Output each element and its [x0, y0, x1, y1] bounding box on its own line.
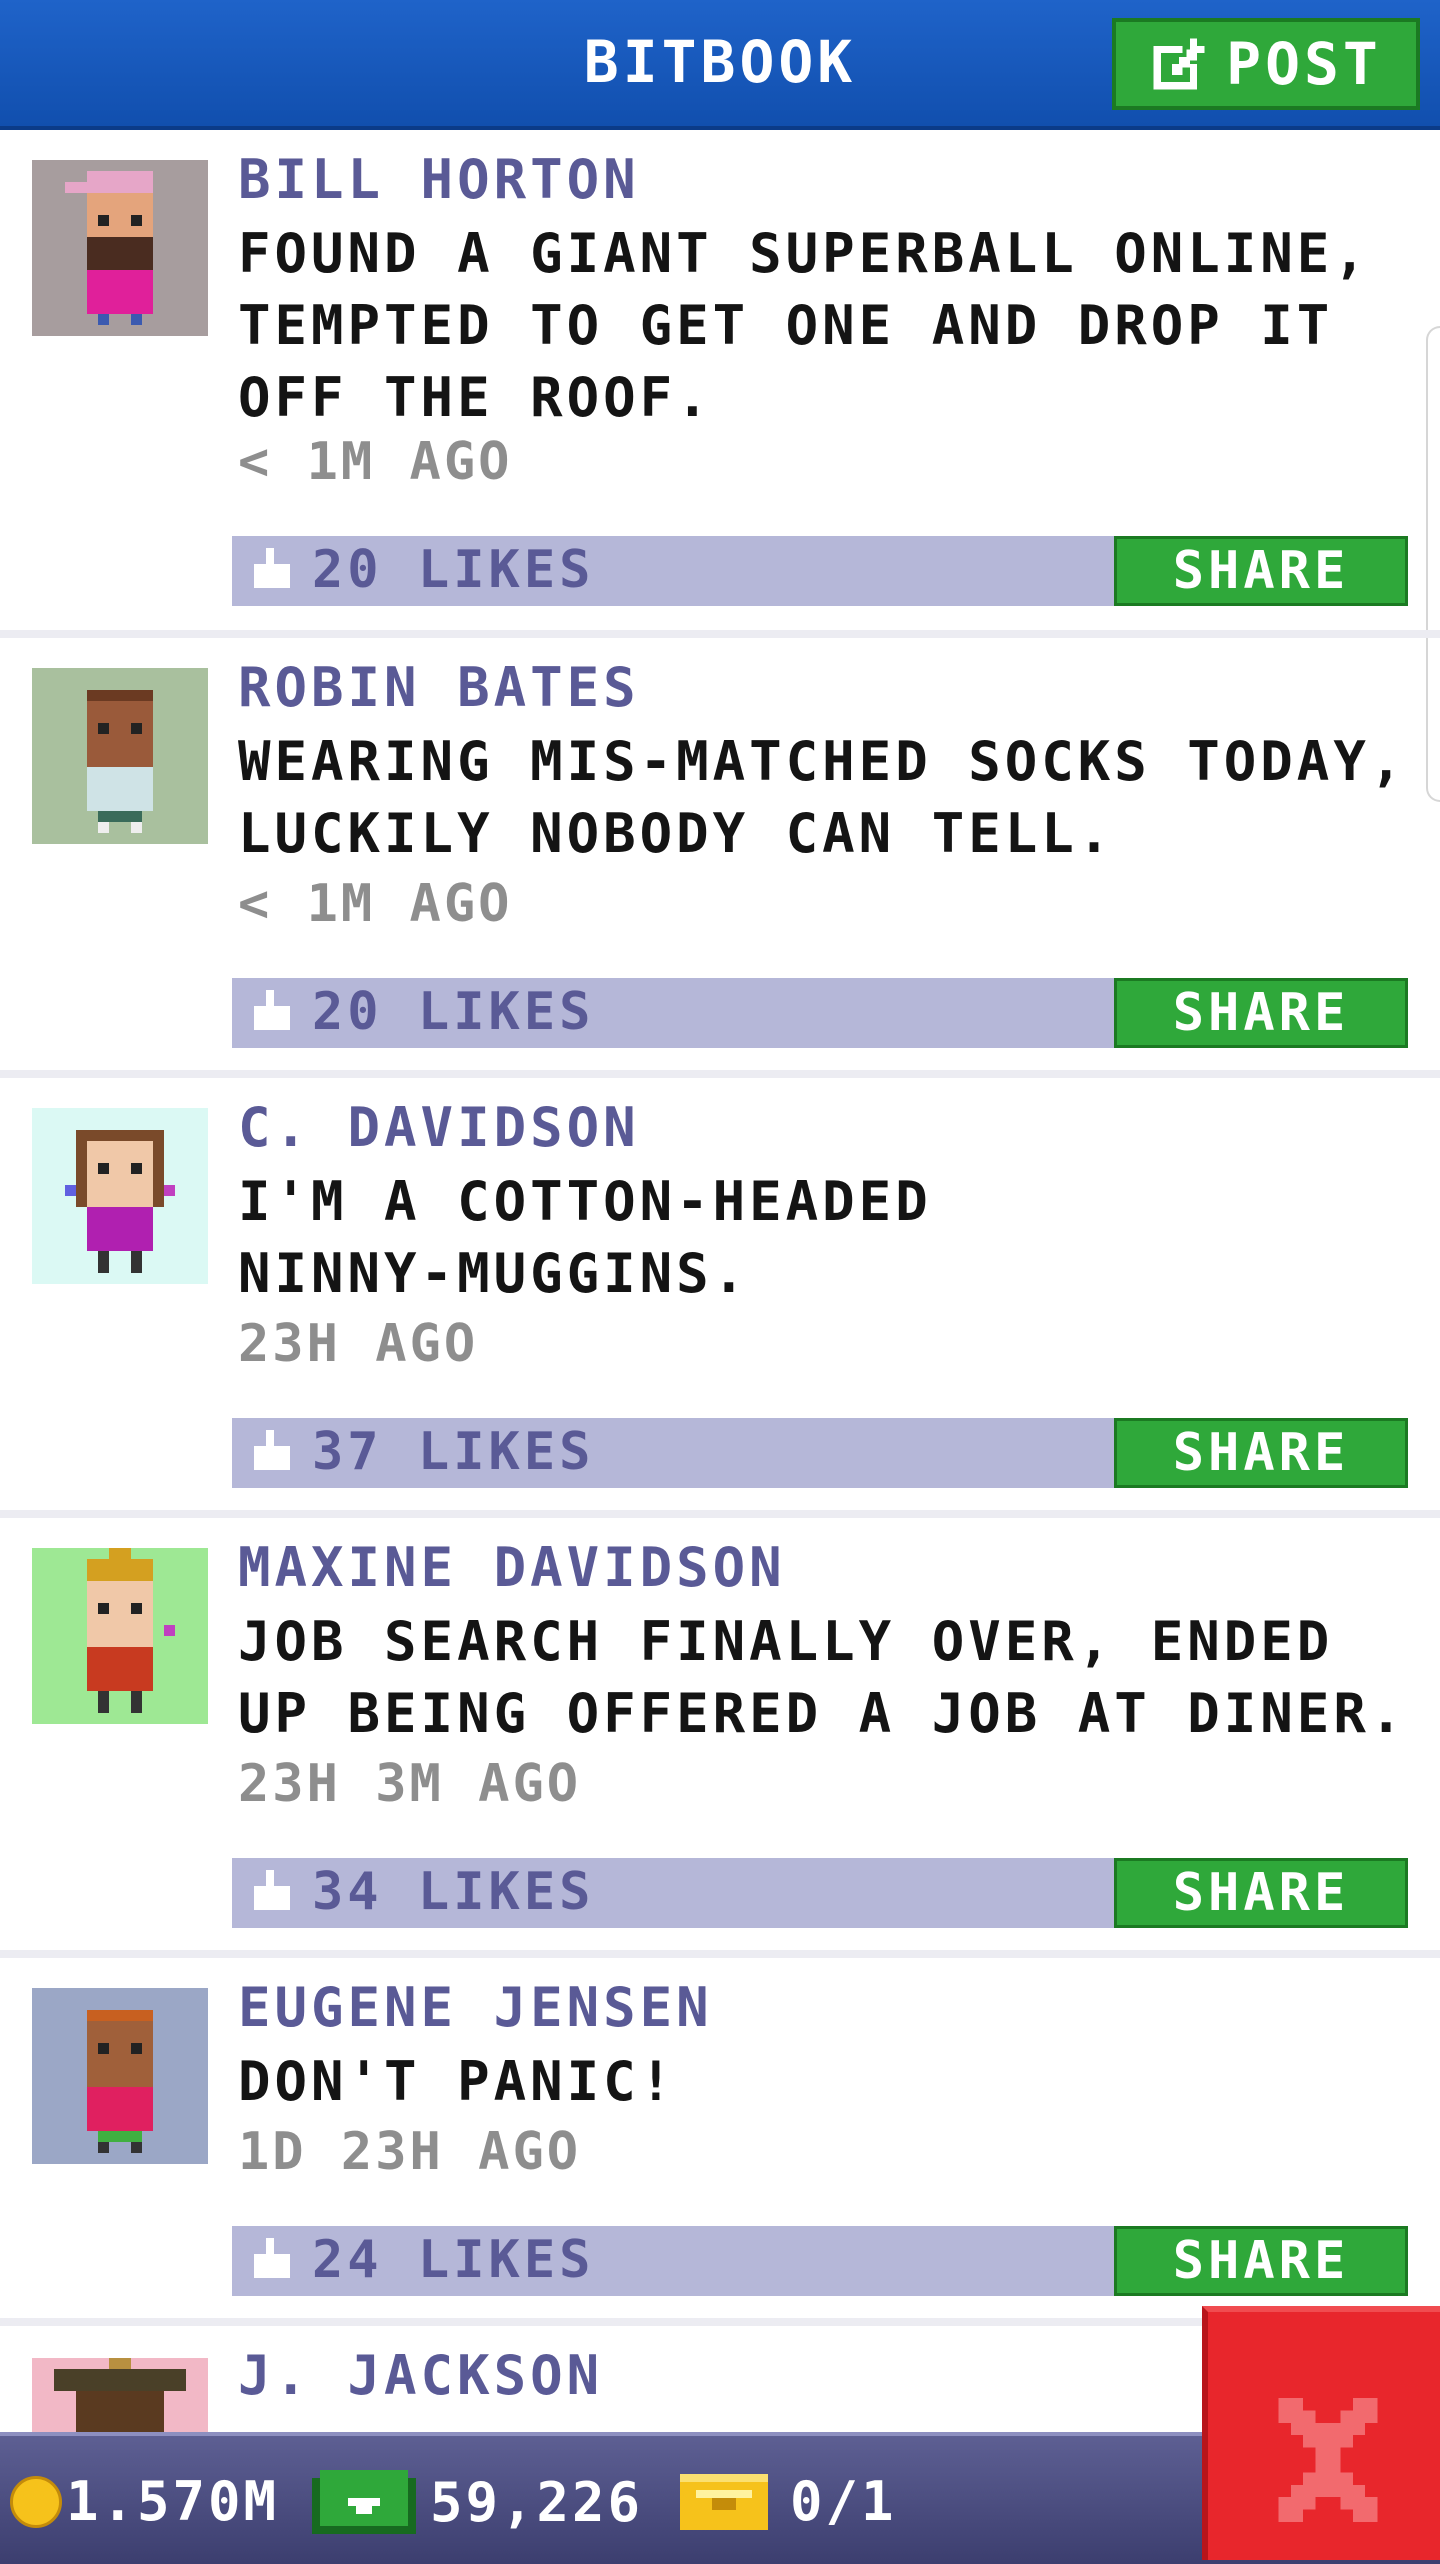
like-button[interactable]: 20 LIKES	[250, 540, 594, 600]
avatar[interactable]	[32, 1108, 208, 1284]
post-author[interactable]: BILL HORTON	[238, 148, 640, 211]
post-author[interactable]: ROBIN BATES	[238, 656, 640, 719]
feed-post: BILL HORTON FOUND A GIANT SUPERBALL ONLI…	[0, 130, 1440, 638]
likes-count: 20 LIKES	[312, 982, 595, 1042]
thumbs-up-icon	[254, 1870, 290, 1910]
coins-value: 1.570M	[66, 2470, 280, 2533]
thumbs-up-icon	[254, 1430, 290, 1470]
avatar[interactable]	[32, 1548, 208, 1724]
thumbs-up-icon	[254, 2238, 290, 2278]
avatar[interactable]	[32, 2358, 208, 2432]
post-button[interactable]: POST	[1112, 18, 1420, 110]
likes-bar: 20 LIKES SHARE	[232, 536, 1408, 606]
tickets-stat: 0/1	[680, 2470, 897, 2533]
close-icon	[1278, 2398, 1378, 2522]
likes-bar: 24 LIKES SHARE	[232, 2226, 1408, 2296]
likes-bar: 37 LIKES SHARE	[232, 1418, 1408, 1488]
post-author[interactable]: MAXINE DAVIDSON	[238, 1536, 786, 1599]
likes-count: 34 LIKES	[312, 1862, 595, 1922]
likes-count: 24 LIKES	[312, 2230, 595, 2290]
thumbs-up-icon	[254, 990, 290, 1030]
close-button[interactable]	[1202, 2306, 1440, 2560]
coins-stat: 1.570M	[10, 2470, 279, 2533]
post-author[interactable]: J. JACKSON	[238, 2344, 603, 2407]
likes-bar: 20 LIKES SHARE	[232, 978, 1408, 1048]
post-text: I'M A COTTON-HEADED NINNY-MUGGINS.	[238, 1170, 932, 1305]
post-text: FOUND A GIANT SUPERBALL ONLINE, TEMPTED …	[238, 222, 1370, 429]
post-label: POST	[1226, 30, 1382, 98]
share-button[interactable]: SHARE	[1114, 1418, 1408, 1488]
feed-list: BILL HORTON FOUND A GIANT SUPERBALL ONLI…	[0, 130, 1440, 2526]
like-button[interactable]: 37 LIKES	[250, 1422, 594, 1482]
post-author[interactable]: EUGENE JENSEN	[238, 1976, 713, 2039]
thumbs-up-icon	[254, 548, 290, 588]
feed-post: MAXINE DAVIDSON JOB SEARCH FINALLY OVER,…	[0, 1518, 1440, 1958]
likes-count: 20 LIKES	[312, 540, 595, 600]
share-button[interactable]: SHARE	[1114, 1858, 1408, 1928]
feed-post: EUGENE JENSEN DON'T PANIC! 1D 23H AGO 24…	[0, 1958, 1440, 2326]
like-button[interactable]: 24 LIKES	[250, 2230, 594, 2290]
ticket-icon	[680, 2473, 768, 2530]
share-button[interactable]: SHARE	[1114, 2226, 1408, 2296]
avatar[interactable]	[32, 668, 208, 844]
avatar[interactable]	[32, 160, 208, 336]
post-timestamp: 1D 23H AGO	[238, 2122, 582, 2182]
bux-stat: 59,226	[312, 2470, 643, 2534]
post-timestamp: < 1M AGO	[238, 874, 513, 934]
feed-post: C. DAVIDSON I'M A COTTON-HEADED NINNY-MU…	[0, 1078, 1440, 1518]
coin-icon	[10, 2475, 62, 2528]
tickets-value: 0/1	[790, 2470, 897, 2533]
post-timestamp: 23H 3M AGO	[238, 1754, 582, 1814]
like-button[interactable]: 34 LIKES	[250, 1862, 594, 1922]
post-timestamp: < 1M AGO	[238, 432, 513, 492]
bux-value: 59,226	[430, 2470, 644, 2534]
top-bar: BITBOOK POST	[0, 0, 1440, 130]
compose-icon	[1153, 38, 1205, 90]
likes-count: 37 LIKES	[312, 1422, 595, 1482]
cash-icon	[312, 2470, 416, 2534]
post-timestamp: 23H AGO	[238, 1314, 479, 1374]
post-text: DON'T PANIC!	[238, 2050, 677, 2113]
avatar[interactable]	[32, 1988, 208, 2164]
post-text: JOB SEARCH FINALLY OVER, ENDED UP BEING …	[238, 1610, 1407, 1745]
like-button[interactable]: 20 LIKES	[250, 982, 594, 1042]
post-author[interactable]: C. DAVIDSON	[238, 1096, 640, 1159]
share-button[interactable]: SHARE	[1114, 978, 1408, 1048]
feed-post: ROBIN BATES WEARING MIS-MATCHED SOCKS TO…	[0, 638, 1440, 1078]
likes-bar: 34 LIKES SHARE	[232, 1858, 1408, 1928]
post-text: WEARING MIS-MATCHED SOCKS TODAY, LUCKILY…	[238, 730, 1407, 865]
share-button[interactable]: SHARE	[1114, 536, 1408, 606]
